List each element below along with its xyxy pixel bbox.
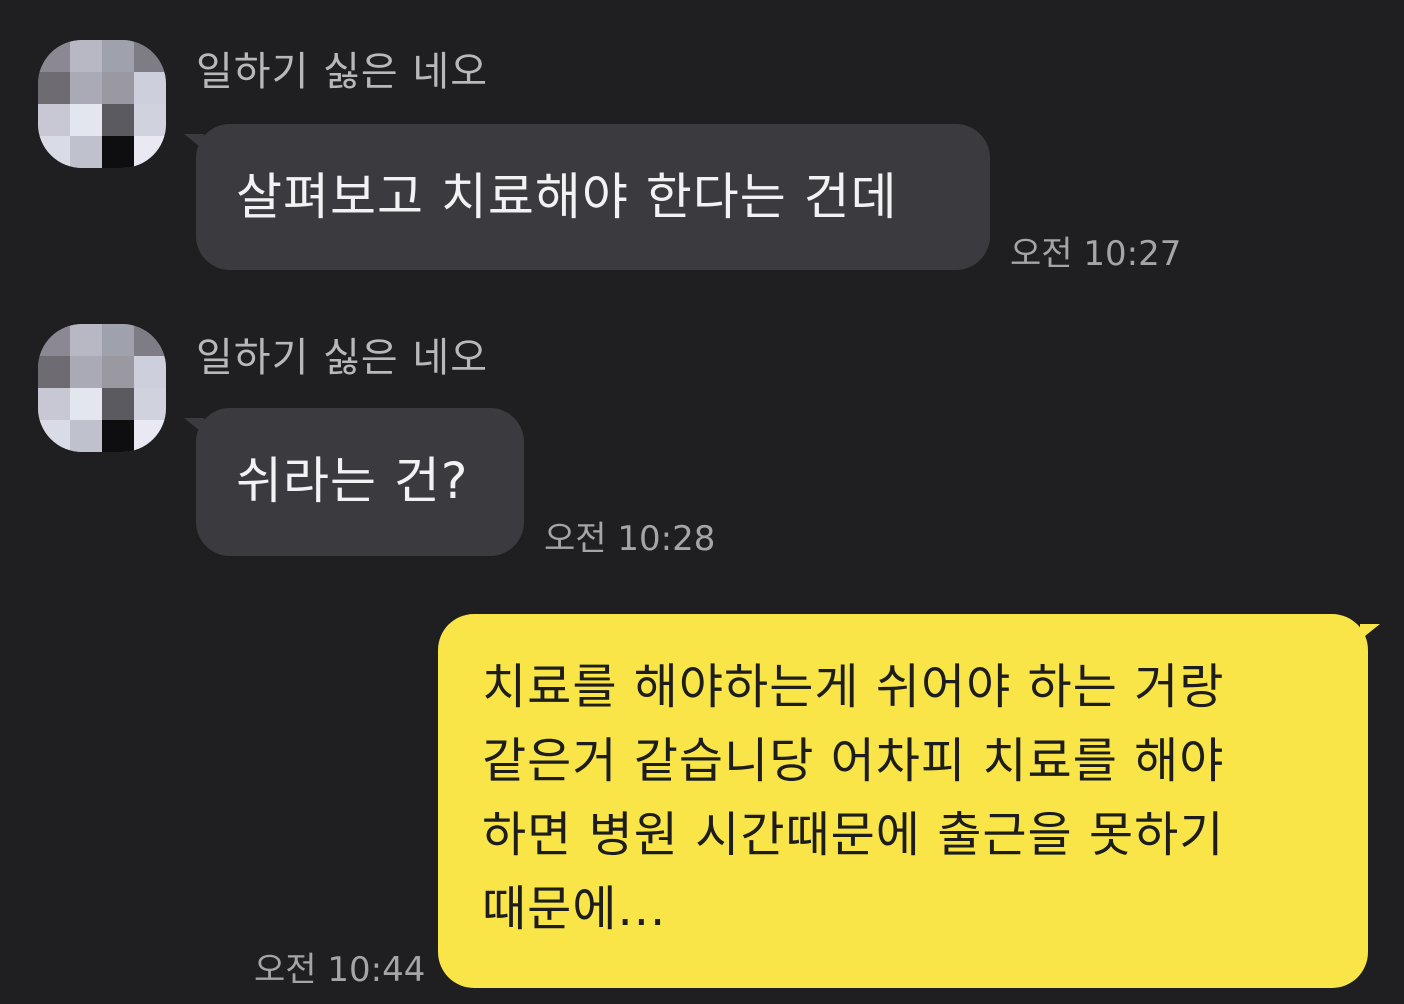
sent-message-bubble[interactable]: 치료를 해야하는게 쉬어야 하는 거랑 같은거 같습니당 어차피 치료를 해야 …	[438, 614, 1380, 988]
chat-message-list[interactable]: 일하기 싫은 네오 살펴보고 치료해야 한다는 건데 오전 10:27 일하기 …	[0, 0, 1404, 1004]
message-timestamp: 오전 10:28	[544, 519, 716, 559]
sender-name: 일하기 싫은 네오	[196, 49, 489, 95]
message-timestamp: 오전 10:27	[1010, 234, 1182, 274]
received-message-bubble[interactable]: 살펴보고 치료해야 한다는 건데	[184, 124, 990, 270]
sender-name: 일하기 싫은 네오	[196, 335, 489, 381]
sender-avatar[interactable]	[38, 40, 166, 168]
received-message-bubble[interactable]: 쉬라는 건?	[184, 408, 524, 556]
message-timestamp: 오전 10:44	[254, 950, 426, 990]
sender-avatar[interactable]	[38, 324, 166, 452]
